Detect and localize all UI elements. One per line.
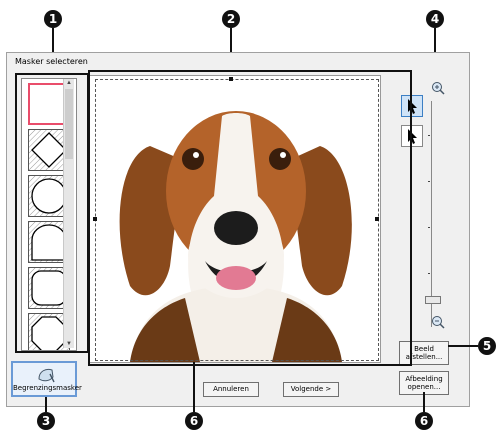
callout-6-left-line	[193, 362, 195, 412]
zoom-tick	[428, 181, 430, 182]
callout-1: 1	[44, 10, 62, 28]
zoom-slider-thumb[interactable]	[425, 296, 441, 304]
dialog-title: Masker selecteren	[15, 57, 88, 66]
border-mask-button[interactable]: Begrenzingsmasker	[11, 361, 82, 397]
mask-outline-dashed	[95, 79, 379, 361]
callout-5-line	[448, 345, 478, 347]
zoom-out-icon[interactable]	[431, 315, 445, 329]
zoom-tick	[428, 135, 430, 136]
callout-3-line	[45, 397, 47, 412]
callout-6-right: 6	[415, 412, 433, 430]
open-image-label-1: Afbeelding	[405, 375, 443, 383]
callout-2: 2	[222, 10, 240, 28]
cancel-button[interactable]: Annuleren	[203, 382, 259, 397]
border-mask-icon	[38, 368, 55, 383]
callout-6-right-line	[423, 392, 425, 412]
zoom-in-icon[interactable]	[431, 81, 445, 95]
zoom-tick	[428, 273, 430, 274]
zoom-tick	[428, 227, 430, 228]
border-mask-label: Begrenzingsmasker	[13, 384, 82, 392]
callout-3: 3	[37, 412, 55, 430]
mask-handle-right[interactable]	[375, 217, 379, 221]
zoom-slider-track[interactable]	[431, 101, 432, 327]
next-button[interactable]: Volgende >	[283, 382, 339, 397]
mask-handle-left[interactable]	[93, 217, 97, 221]
mask-handle-top[interactable]	[229, 77, 233, 81]
callout-4: 4	[426, 10, 444, 28]
callout-1-frame	[15, 73, 89, 353]
open-image-label-2: openen...	[407, 383, 441, 391]
callout-5: 5	[478, 337, 496, 355]
callout-6-left: 6	[185, 412, 203, 430]
